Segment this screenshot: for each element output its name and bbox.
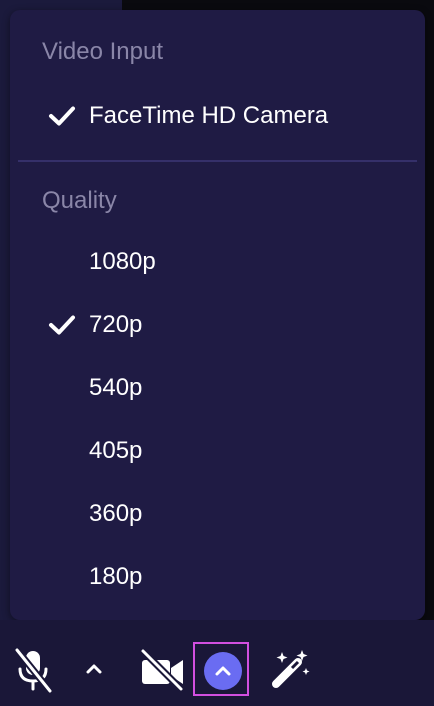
quality-header: Quality [42,187,117,214]
menu-divider [18,160,417,162]
menu-item-label: 180p [89,563,143,590]
menu-item-label: FaceTime HD Camera [89,102,329,129]
quality-item-180p[interactable]: 180p [10,549,425,605]
quality-item-360p[interactable]: 360p [10,486,425,542]
effects-button[interactable] [268,648,312,692]
video-input-item-facetime-hd-camera[interactable]: FaceTime HD Camera [10,88,425,144]
quality-item-720p[interactable]: 720p [10,297,425,353]
checkmark-icon [49,106,75,126]
microphone-muted-icon [13,647,54,693]
camera-toggle-button[interactable] [139,648,187,692]
menu-item-label: 720p [89,311,143,338]
chevron-up-icon [215,666,231,676]
menu-item-label: 1080p [89,248,156,275]
quality-item-405p[interactable]: 405p [10,423,425,479]
video-settings-menu: Video Input FaceTime HD Camera Quality 1… [10,10,425,620]
video-settings-button[interactable] [193,642,249,696]
video-input-header: Video Input [42,38,163,65]
quality-item-540p[interactable]: 540p [10,360,425,416]
magic-wand-icon [272,650,310,688]
menu-item-label: 360p [89,500,143,527]
mute-microphone-button[interactable] [12,647,56,693]
call-toolbar [0,620,434,706]
microphone-options-button[interactable] [82,658,106,680]
camera-off-icon [139,648,185,692]
menu-item-label: 405p [89,437,143,464]
chevron-up-icon [86,664,102,674]
menu-item-label: 540p [89,374,143,401]
video-settings-active-indicator [204,652,242,690]
quality-item-1080p[interactable]: 1080p [10,234,425,290]
checkmark-icon [49,315,75,335]
